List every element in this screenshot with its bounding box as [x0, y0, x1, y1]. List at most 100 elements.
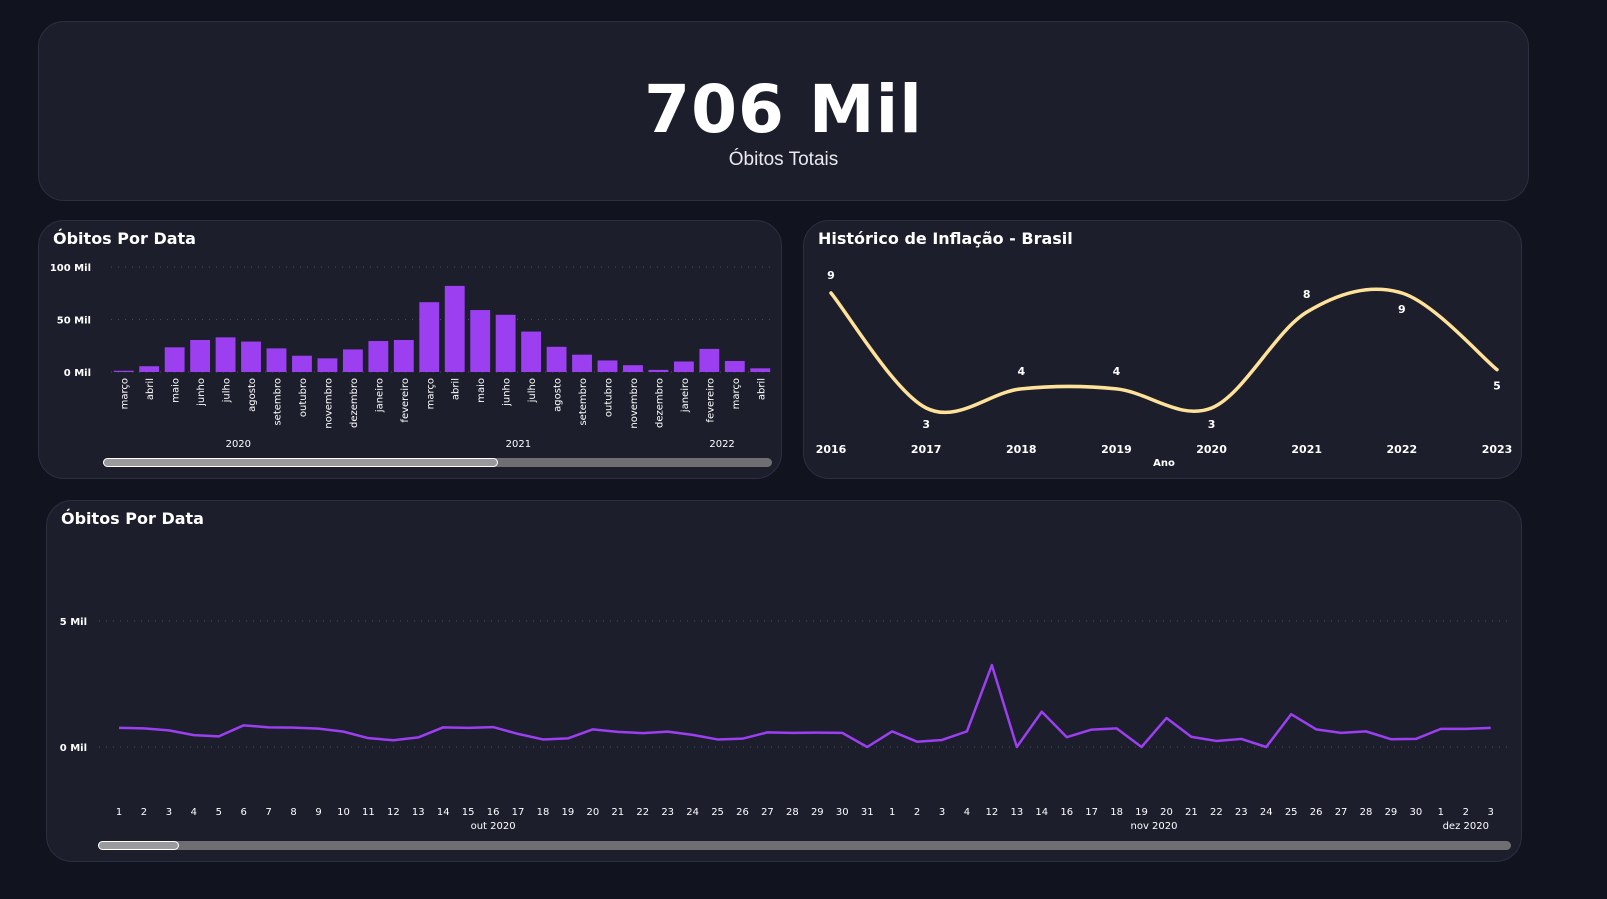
x-tick-label: abril [756, 378, 767, 400]
x-tick-label: 24 [1260, 807, 1273, 818]
x-tick-label: 25 [1285, 807, 1298, 818]
x-tick-label: dezembro [654, 378, 665, 428]
x-tick-label: 20 [1160, 807, 1173, 818]
bar-novembro [623, 365, 643, 372]
bar-outubro [597, 360, 618, 372]
daily-deaths-scroll-thumb[interactable] [98, 841, 179, 850]
bar-agosto [241, 341, 261, 372]
x-tick-label: 31 [861, 807, 874, 818]
x-tick-label: julho [222, 378, 233, 403]
x-tick-label: 5 [216, 807, 222, 818]
x-tick-label: 26 [1310, 807, 1323, 818]
x-tick-label: 1 [889, 807, 895, 818]
year-group-label: 2022 [709, 439, 734, 450]
inflation-data-label: 5 [1493, 380, 1501, 393]
bar-novembro [317, 358, 338, 372]
x-tick-label: janeiro [374, 378, 385, 413]
x-tick-label: 18 [537, 807, 550, 818]
y-tick-label: 0 Mil [60, 743, 87, 754]
x-tick-label: agosto [247, 378, 258, 412]
x-tick-label: 9 [315, 807, 321, 818]
inflation-card: Histórico de Inflação - Brasil 9 2016 3 201… [803, 220, 1522, 479]
x-tick-label: 1 [116, 807, 122, 818]
kpi-total-deaths-value: 706 Mil [644, 71, 923, 148]
bar-janeiro [368, 341, 389, 372]
x-tick-label: 27 [761, 807, 774, 818]
x-tick-label: 30 [836, 807, 849, 818]
x-tick-label: 22 [636, 807, 649, 818]
year-group-label: 2021 [506, 439, 531, 450]
bar-maio [164, 347, 185, 372]
x-tick-label: 3 [939, 807, 945, 818]
bar-dezembro [342, 349, 363, 372]
monthly-deaths-scrollbar[interactable] [103, 458, 772, 467]
x-tick-label: 30 [1410, 807, 1423, 818]
inflation-data-label: 3 [922, 418, 930, 431]
x-tick-label: 10 [337, 807, 350, 818]
daily-deaths-scrollbar[interactable] [98, 841, 1511, 850]
y-tick-label: 0 Mil [64, 368, 91, 379]
monthly-deaths-scroll-thumb[interactable] [103, 458, 498, 467]
x-tick-label: 4 [964, 807, 970, 818]
x-tick-label: setembro [578, 378, 589, 426]
x-tick-label: 14 [437, 807, 450, 818]
x-tick-label: 12 [387, 807, 400, 818]
bar-julho [215, 337, 236, 372]
x-tick-label: 15 [462, 807, 475, 818]
x-tick-label: abril [145, 378, 156, 400]
year-group-label: 2020 [226, 439, 251, 450]
x-tick-label: junho [196, 378, 207, 407]
kpi-total-deaths-label: Óbitos Totais [728, 149, 839, 170]
x-tick-label: 3 [166, 807, 172, 818]
inflation-data-label: 4 [1017, 365, 1025, 378]
x-tick-label: janeiro [680, 378, 691, 413]
daily-deaths-series-line [118, 663, 1491, 749]
x-tick-label: 20 [586, 807, 599, 818]
x-tick-label: 19 [1135, 807, 1148, 818]
x-tick-label: dezembro [349, 378, 360, 428]
x-tick-label: março [425, 378, 436, 409]
x-tick-label: 2 [914, 807, 920, 818]
x-tick-label: abril [451, 378, 462, 400]
x-tick-label: 2017 [911, 443, 942, 456]
x-tick-label: 4 [191, 807, 197, 818]
inflation-line-chart: 9 2016 3 2017 4 2018 4 2019 3 2020 8 2021 9 2022 5 2023… [816, 269, 1513, 469]
x-tick-label: 13 [412, 807, 425, 818]
x-tick-label: outubro [298, 378, 309, 417]
bar-junho [495, 314, 516, 372]
x-tick-label: 24 [686, 807, 699, 818]
bar-dezembro [648, 369, 669, 372]
bar-março [419, 302, 440, 372]
bar-setembro [572, 354, 592, 372]
bar-julho [521, 331, 542, 372]
x-tick-label: 13 [1010, 807, 1023, 818]
x-tick-label: 16 [1060, 807, 1073, 818]
bar-maio [470, 310, 491, 372]
bar-junho [190, 339, 211, 372]
month-group-label: out 2020 [471, 821, 516, 832]
x-tick-label: 27 [1335, 807, 1348, 818]
x-tick-label: 29 [1385, 807, 1398, 818]
bar-abril [444, 285, 465, 372]
monthly-deaths-card: Óbitos Por Data 100 Mil 50 Mil 0 Mil março a… [38, 220, 782, 479]
x-tick-label: agosto [553, 378, 564, 412]
bar-janeiro [673, 361, 694, 372]
month-group-label: dez 2020 [1443, 821, 1489, 832]
daily-deaths-card: Óbitos Por Data 5 Mil 0 Mil 1 2 3 4 5 6 7 8 9 10 11 1… [46, 500, 1522, 862]
x-axis-title: Ano [1153, 458, 1175, 469]
x-tick-label: 12 [986, 807, 999, 818]
inflation-data-label: 8 [1303, 288, 1311, 301]
x-tick-label: 2 [141, 807, 147, 818]
bar-setembro [266, 348, 287, 372]
x-tick-label: 21 [611, 807, 624, 818]
x-tick-label: novembro [323, 378, 334, 429]
x-tick-label: julho [527, 378, 538, 403]
x-tick-label: 2023 [1482, 443, 1513, 456]
x-tick-label: maio [476, 378, 487, 403]
y-tick-label: 5 Mil [60, 617, 87, 628]
x-tick-label: 2019 [1101, 443, 1132, 456]
inflation-data-label: 9 [1398, 303, 1406, 316]
inflation-data-label: 4 [1113, 365, 1121, 378]
x-tick-label: 8 [290, 807, 296, 818]
y-tick-label: 100 Mil [50, 263, 91, 274]
